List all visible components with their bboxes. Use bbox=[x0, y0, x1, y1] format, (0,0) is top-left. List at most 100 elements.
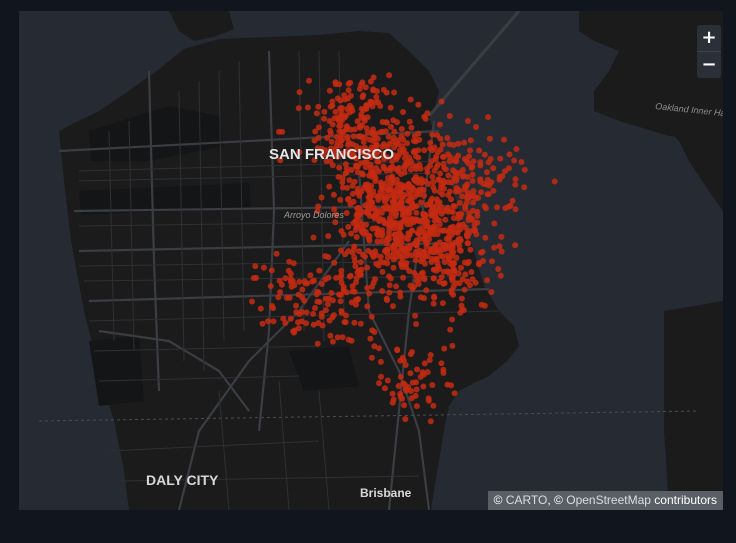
incident-point bbox=[463, 158, 470, 165]
incident-point bbox=[455, 211, 462, 218]
incident-point bbox=[351, 288, 358, 295]
incident-point bbox=[357, 320, 364, 327]
incident-point bbox=[310, 234, 317, 241]
incident-point bbox=[398, 245, 405, 251]
incident-point bbox=[512, 176, 519, 183]
incident-point bbox=[273, 250, 280, 257]
incident-point bbox=[486, 135, 493, 142]
incident-point bbox=[406, 182, 413, 189]
incident-point bbox=[388, 123, 394, 130]
incident-point bbox=[313, 291, 320, 298]
incident-point bbox=[336, 164, 343, 171]
incident-point bbox=[406, 118, 413, 125]
label-brisbane: Brisbane bbox=[360, 486, 412, 500]
incident-point bbox=[390, 243, 397, 250]
incident-point bbox=[440, 366, 447, 373]
incident-point bbox=[395, 251, 402, 257]
incident-point bbox=[360, 171, 366, 178]
incident-point bbox=[402, 362, 409, 368]
incident-point bbox=[337, 298, 344, 305]
incident-point bbox=[478, 301, 485, 308]
openstreetmap-link[interactable]: OpenStreetMap bbox=[566, 493, 651, 507]
incident-point bbox=[409, 379, 416, 386]
incident-point bbox=[397, 147, 404, 154]
zoom-out-button[interactable]: − bbox=[697, 51, 721, 78]
incident-point bbox=[351, 254, 358, 261]
carto-link[interactable]: CARTO bbox=[506, 493, 548, 507]
incident-point bbox=[480, 180, 487, 187]
incident-point bbox=[299, 286, 306, 293]
incident-point bbox=[491, 244, 498, 251]
incident-point bbox=[351, 319, 358, 326]
incident-point bbox=[442, 166, 449, 173]
incident-point bbox=[270, 305, 276, 312]
incident-point bbox=[335, 173, 342, 180]
incident-point bbox=[367, 78, 374, 85]
incident-point bbox=[506, 151, 513, 158]
incident-point bbox=[440, 280, 447, 287]
incident-point bbox=[420, 383, 427, 390]
incident-point bbox=[401, 184, 408, 191]
incident-point bbox=[381, 165, 388, 172]
incident-point bbox=[401, 402, 408, 409]
incident-point bbox=[360, 139, 367, 145]
incident-point bbox=[345, 139, 352, 146]
incident-point bbox=[507, 202, 514, 209]
incident-point bbox=[389, 390, 396, 397]
incident-point bbox=[387, 183, 394, 190]
incident-point bbox=[426, 201, 433, 208]
incident-point bbox=[378, 373, 384, 380]
incident-point bbox=[399, 255, 406, 262]
incident-point bbox=[307, 272, 314, 279]
incident-point bbox=[368, 354, 375, 361]
incident-point bbox=[396, 164, 403, 171]
map-canvas[interactable]: SAN FRANCISCO Arroyo Dolores DALY CITY B… bbox=[19, 11, 723, 510]
incident-point bbox=[430, 300, 437, 307]
incident-point bbox=[502, 205, 509, 212]
map-view[interactable]: SAN FRANCISCO Arroyo Dolores DALY CITY B… bbox=[19, 11, 723, 510]
copyright-symbol: © bbox=[554, 493, 563, 507]
incident-point bbox=[372, 175, 379, 182]
incident-point bbox=[413, 321, 420, 328]
incident-point bbox=[413, 403, 420, 410]
incident-point bbox=[485, 114, 492, 121]
incident-point bbox=[403, 244, 410, 251]
incident-point bbox=[428, 158, 435, 165]
incident-point bbox=[418, 270, 425, 277]
incident-point bbox=[295, 325, 302, 332]
incident-point bbox=[257, 305, 264, 312]
label-arroyo-dolores: Arroyo Dolores bbox=[283, 210, 345, 220]
incident-point bbox=[442, 242, 449, 249]
incident-point bbox=[379, 268, 386, 275]
incident-point bbox=[424, 110, 431, 117]
zoom-in-button[interactable]: + bbox=[697, 25, 721, 51]
incident-point bbox=[455, 140, 462, 147]
incident-point bbox=[397, 293, 404, 300]
incident-point bbox=[439, 300, 446, 307]
incident-point bbox=[387, 104, 394, 111]
incident-point bbox=[384, 260, 391, 267]
incident-point bbox=[450, 266, 457, 273]
incident-point bbox=[427, 418, 434, 425]
incident-point bbox=[390, 256, 397, 263]
incident-point bbox=[511, 157, 518, 164]
incident-point bbox=[427, 352, 434, 358]
incident-point bbox=[347, 79, 354, 86]
incident-point bbox=[501, 136, 507, 143]
incident-point bbox=[407, 96, 414, 103]
incident-point bbox=[449, 342, 456, 349]
incident-point bbox=[324, 301, 331, 308]
incident-point bbox=[391, 89, 398, 96]
incident-point bbox=[293, 302, 299, 309]
incident-point bbox=[471, 226, 478, 233]
incident-point bbox=[376, 345, 382, 352]
incident-point bbox=[431, 266, 438, 273]
incident-point bbox=[386, 215, 393, 222]
incident-point bbox=[369, 129, 376, 136]
incident-point bbox=[376, 217, 383, 224]
incident-point bbox=[363, 102, 370, 109]
incident-point bbox=[456, 199, 463, 206]
incident-point bbox=[367, 204, 374, 211]
incident-point bbox=[467, 147, 473, 154]
incident-point bbox=[314, 340, 321, 347]
